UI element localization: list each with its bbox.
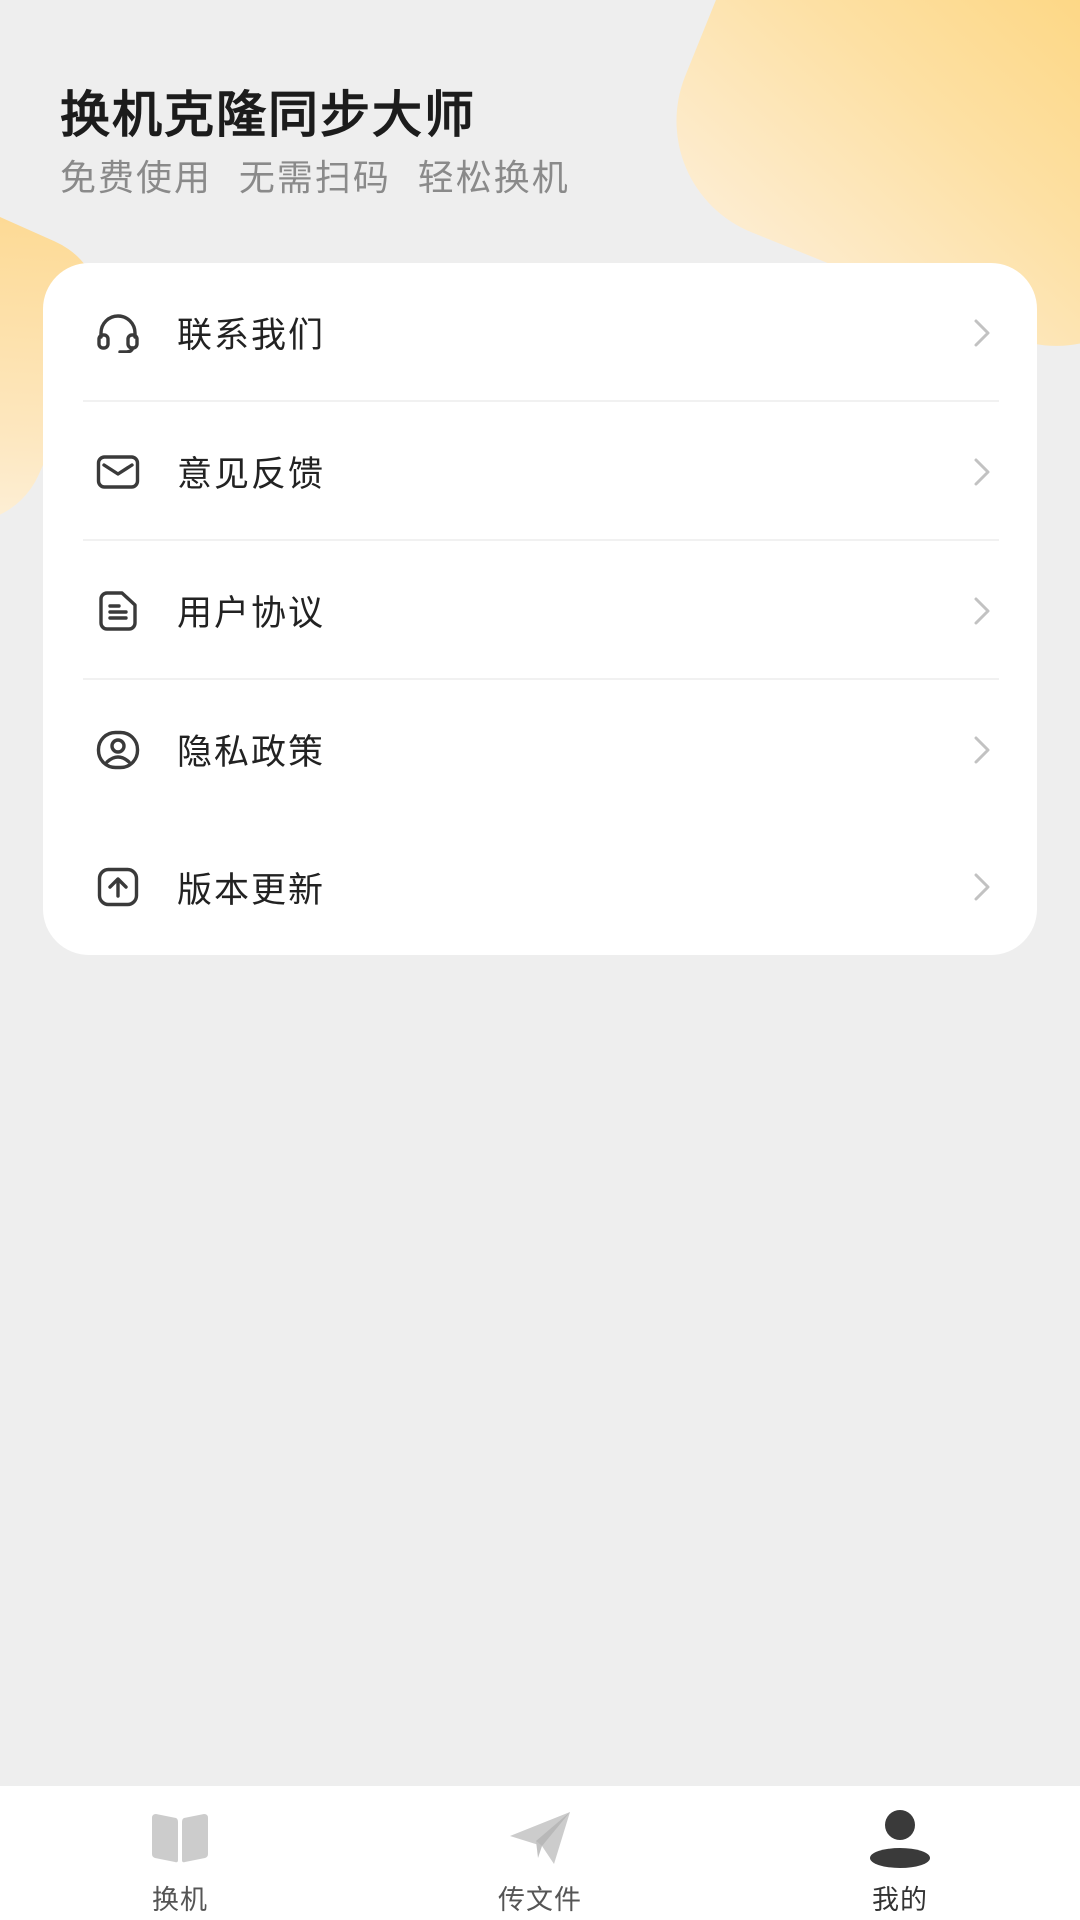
menu-item-label: 版本更新 <box>177 870 326 911</box>
tab-label: 我的 <box>872 1885 928 1916</box>
document-icon <box>95 588 141 634</box>
chevron-right-icon <box>967 591 997 631</box>
tab-label: 传文件 <box>498 1885 582 1916</box>
menu-item-contact-us[interactable]: 联系我们 <box>43 263 1037 402</box>
paper-plane-icon <box>505 1806 575 1870</box>
app-title: 换机克隆同步大师 <box>60 86 476 144</box>
settings-menu-card: 联系我们 意见反馈 用户协议 隐私政策 版本更新 <box>43 263 1037 955</box>
tab-switch-phone[interactable]: 换机 <box>0 1786 360 1920</box>
mail-icon <box>95 449 141 495</box>
menu-item-label: 用户协议 <box>177 594 326 634</box>
book-icon <box>145 1806 215 1870</box>
app-subtitle: 免费使用 无需扫码 轻松换机 <box>60 158 570 199</box>
tab-label: 换机 <box>152 1885 208 1916</box>
menu-item-version-update[interactable]: 版本更新 <box>43 819 1037 955</box>
bottom-tab-bar: 换机 传文件 我的 <box>0 1786 1080 1920</box>
user-icon <box>865 1806 935 1870</box>
tab-transfer-files[interactable]: 传文件 <box>360 1786 720 1920</box>
chevron-right-icon <box>967 313 997 353</box>
tab-mine[interactable]: 我的 <box>720 1786 1080 1920</box>
chevron-right-icon <box>967 730 997 770</box>
menu-item-label: 联系我们 <box>177 316 326 356</box>
menu-item-user-agreement[interactable]: 用户协议 <box>43 541 1037 680</box>
chevron-right-icon <box>967 452 997 492</box>
upload-icon <box>95 864 141 910</box>
menu-item-privacy-policy[interactable]: 隐私政策 <box>43 680 1037 819</box>
chevron-right-icon <box>967 867 997 907</box>
user-shield-icon <box>95 727 141 773</box>
menu-item-label: 隐私政策 <box>177 733 326 773</box>
menu-item-feedback[interactable]: 意见反馈 <box>43 402 1037 541</box>
menu-item-label: 意见反馈 <box>177 455 326 495</box>
headset-icon <box>95 310 141 356</box>
page-header: 换机克隆同步大师 免费使用 无需扫码 轻松换机 <box>60 80 570 204</box>
